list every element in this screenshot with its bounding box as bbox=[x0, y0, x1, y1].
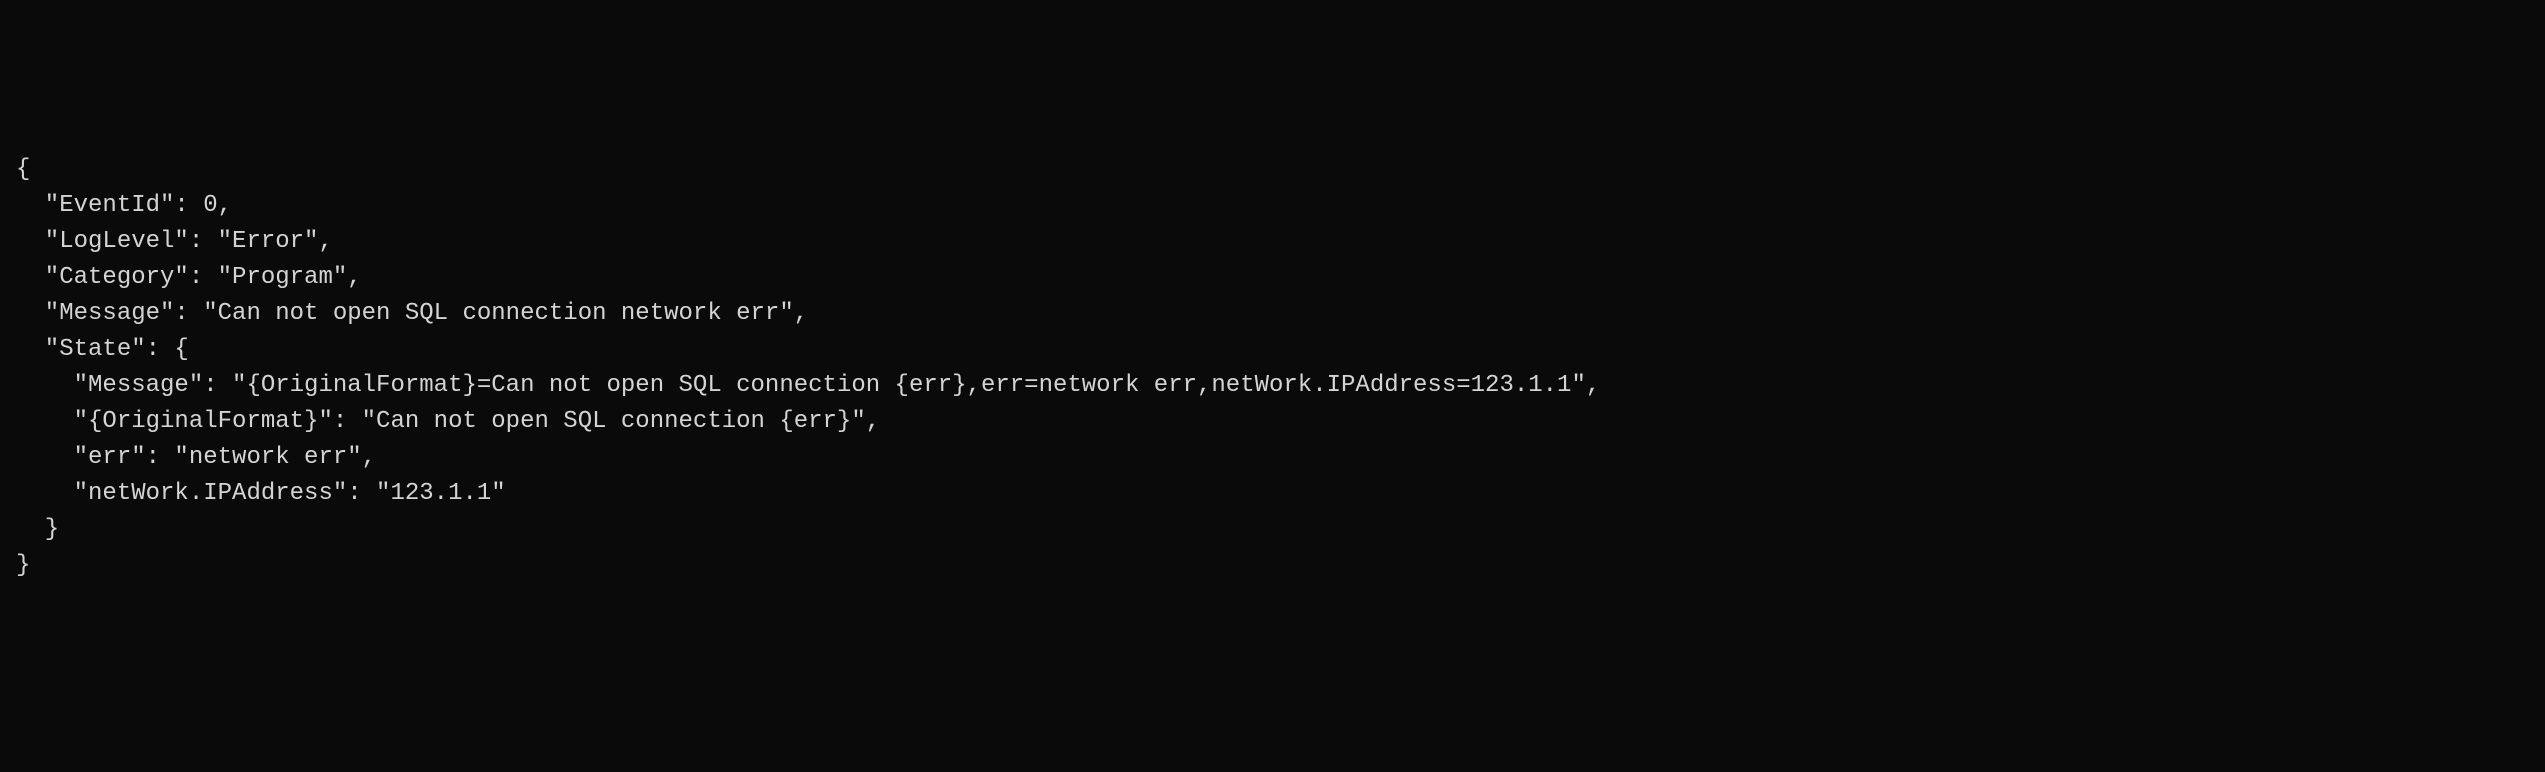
json-line-close-brace: } bbox=[16, 548, 2529, 584]
json-line-eventid: "EventId": 0, bbox=[16, 188, 2529, 224]
json-line-state-open: "State": { bbox=[16, 332, 2529, 368]
json-line-original-format: "{OriginalFormat}": "Can not open SQL co… bbox=[16, 404, 2529, 440]
json-line-state-message: "Message": "{OriginalFormat}=Can not ope… bbox=[16, 368, 2529, 404]
json-line-category: "Category": "Program", bbox=[16, 260, 2529, 296]
json-line-loglevel: "LogLevel": "Error", bbox=[16, 224, 2529, 260]
json-line-network-ipaddress: "netWork.IPAddress": "123.1.1" bbox=[16, 476, 2529, 512]
json-line-state-close: } bbox=[16, 512, 2529, 548]
json-line-open-brace: { bbox=[16, 152, 2529, 188]
json-line-message: "Message": "Can not open SQL connection … bbox=[16, 296, 2529, 332]
json-output-block: { "EventId": 0, "LogLevel": "Error", "Ca… bbox=[16, 152, 2529, 584]
json-line-err: "err": "network err", bbox=[16, 440, 2529, 476]
